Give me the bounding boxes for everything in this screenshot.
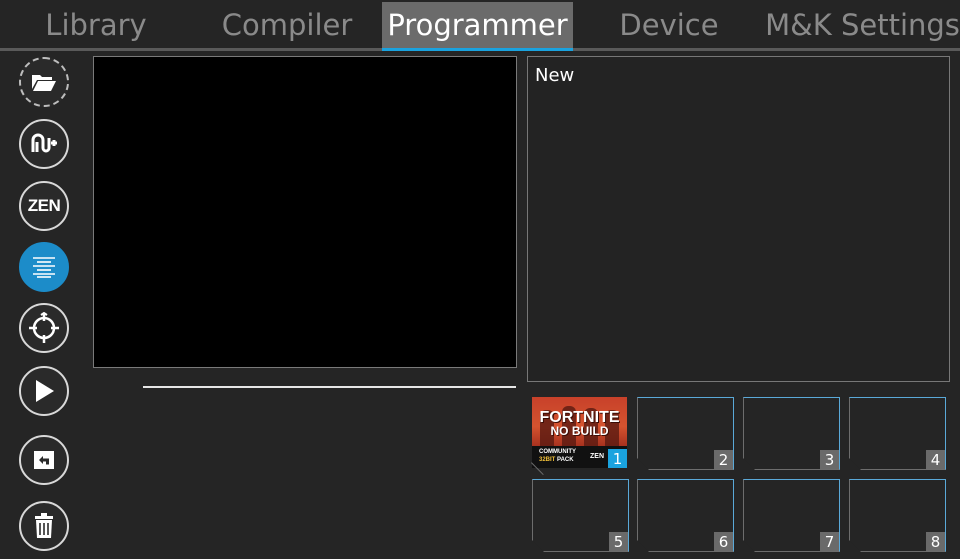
sync-crosshair-icon [28, 312, 60, 344]
tab-compiler[interactable]: Compiler [192, 2, 382, 48]
tab-bar: Library Compiler Programmer Device M&K S… [0, 0, 960, 48]
play-button[interactable] [19, 366, 69, 416]
script-title: New [535, 65, 575, 86]
zen-badge: ZEN [590, 453, 604, 460]
align-center-icon [31, 256, 57, 278]
zen-icon: ZEN [27, 196, 61, 215]
slot-8[interactable]: 8 [849, 479, 946, 552]
slot-number: 1 [608, 449, 627, 468]
tab-mk-settings[interactable]: M&K Settings [765, 2, 960, 48]
slot-number: 3 [820, 450, 839, 469]
video-preview [93, 56, 517, 368]
slot-7[interactable]: 7 [743, 479, 840, 552]
open-folder-button[interactable] [19, 57, 69, 107]
slot-4[interactable]: 4 [849, 397, 946, 470]
slot-1[interactable]: FORTNITE NO BUILD COMMUNITY 32BIT PACK Z… [532, 397, 627, 468]
slot-number: 6 [714, 532, 733, 551]
slot-number: 2 [714, 450, 733, 469]
play-icon [32, 378, 56, 404]
left-toolbar: ZEN [0, 55, 90, 559]
zen-button[interactable]: ZEN [19, 181, 69, 231]
slot-5[interactable]: 5 [532, 479, 629, 552]
add-script-button[interactable] [19, 119, 69, 169]
progress-bar [143, 386, 516, 388]
trash-icon [33, 513, 55, 539]
slot-2[interactable]: 2 [637, 397, 734, 470]
tab-programmer[interactable]: Programmer [382, 2, 573, 48]
tab-device[interactable]: Device [573, 2, 765, 48]
slot-6[interactable]: 6 [637, 479, 734, 552]
thumbnail-subtitle: NO BUILD [550, 424, 609, 438]
slot-3[interactable]: 3 [743, 397, 840, 470]
folder-open-icon [31, 72, 57, 92]
gamepack-plus-icon [29, 132, 59, 156]
script-info-panel: New [527, 56, 950, 382]
fortnite-thumbnail: FORTNITE NO BUILD [532, 397, 627, 446]
delete-button[interactable] [19, 501, 69, 551]
slot-number: 8 [926, 532, 945, 551]
undo-button[interactable] [19, 435, 69, 485]
undo-icon [32, 449, 56, 471]
slot-number: 7 [820, 532, 839, 551]
slot-number: 5 [609, 532, 628, 551]
tab-library[interactable]: Library [0, 2, 192, 48]
slot-number: 4 [926, 450, 945, 469]
align-text-button[interactable] [19, 242, 69, 292]
active-tab-indicator [382, 48, 573, 51]
sync-button[interactable] [19, 303, 69, 353]
